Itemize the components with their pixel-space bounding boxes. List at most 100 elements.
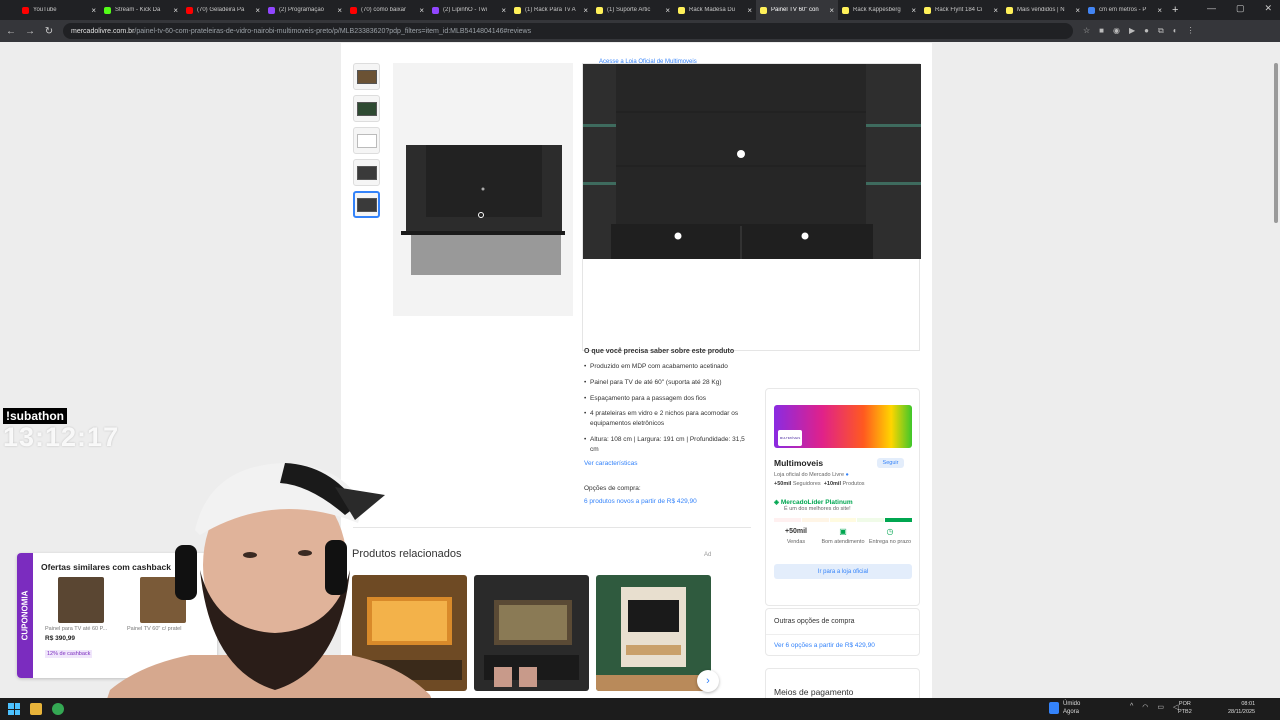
tab-close-icon[interactable]: × <box>665 6 670 15</box>
maximize-icon[interactable]: ▢ <box>1236 3 1245 14</box>
related-product-card[interactable] <box>474 575 589 691</box>
sales-value: +50mil <box>785 528 807 535</box>
tab-close-icon[interactable]: × <box>501 6 506 15</box>
seller-metrics: +50mil Vendas ▣ Bom atendimento ◷ Entreg… <box>774 527 912 547</box>
medal-icon: ◈ <box>774 499 779 506</box>
other-options-link[interactable]: Ver 6 opções a partir de R$ 429,90 <box>774 642 875 649</box>
buy-options-link[interactable]: 6 produtos novos a partir de R$ 429,90 <box>584 498 697 505</box>
network-icon[interactable]: ▭ <box>1157 703 1164 711</box>
folder-icon[interactable] <box>30 703 42 715</box>
verified-icon: ● <box>845 472 849 478</box>
browser-tab[interactable]: Painel TV 60" con × <box>756 0 838 20</box>
seller-name[interactable]: Multimoveis <box>774 458 823 468</box>
tab-close-icon[interactable]: × <box>337 6 342 15</box>
sales-metric: +50mil Vendas <box>774 527 818 547</box>
tab-close-icon[interactable]: × <box>993 6 998 15</box>
tab-close-icon[interactable]: × <box>747 6 752 15</box>
browser-tab[interactable]: Rack Madesa Du × <box>674 0 756 20</box>
lang-secondary: PTB2 <box>1178 708 1192 715</box>
tab-label: Stream - Kick Da <box>115 7 161 13</box>
back-icon[interactable]: ← <box>3 26 19 37</box>
thumbnail[interactable] <box>353 159 380 186</box>
service-label: Bom atendimento <box>821 538 865 545</box>
clock-icon: ◷ <box>886 527 894 536</box>
cashback-badge: 12% de cashback <box>45 650 93 658</box>
browser-tab[interactable]: Rack Flynt 184 Ci × <box>920 0 1002 20</box>
tab-close-icon[interactable]: × <box>255 6 260 15</box>
tab-close-icon[interactable]: × <box>419 6 424 15</box>
product-main-image[interactable] <box>393 63 573 316</box>
thumbnail[interactable] <box>353 63 380 90</box>
official-label: Loja oficial do Mercado Livre <box>774 472 845 478</box>
browser-tab[interactable]: (2) Programação × <box>264 0 346 20</box>
thumbnail[interactable] <box>353 95 380 122</box>
tab-close-icon[interactable]: × <box>583 6 588 15</box>
other-options-box: Outras opções de compra Ver 6 opções a p… <box>765 608 920 656</box>
profile-icon[interactable]: ◐ <box>1173 26 1178 36</box>
url-input[interactable]: mercadolivre.com.br/painel-tv-60-com-pra… <box>63 23 1073 39</box>
taskbar: Úmido Agora ^ ◠ ▭ ◁ POR PTB2 08:01 28/11/… <box>0 698 1280 720</box>
browser-tab[interactable]: cm em metros - P × <box>1084 0 1166 20</box>
weather-sub: Agora <box>1063 709 1080 716</box>
go-to-store-button[interactable]: Ir para a loja oficial <box>774 564 912 579</box>
clock[interactable]: 08:01 28/11/2025 <box>1228 701 1255 717</box>
tab-close-icon[interactable]: × <box>911 6 916 15</box>
scrollbar[interactable] <box>1272 43 1280 698</box>
browser-tab[interactable]: YouTube × <box>18 0 100 20</box>
follow-button[interactable]: Seguir <box>877 458 904 468</box>
extension-icon[interactable]: ● <box>1144 26 1149 36</box>
thumbnail-selected[interactable] <box>353 191 380 218</box>
tab-close-icon[interactable]: × <box>1075 6 1080 15</box>
spec-item: Altura: 108 cm | Largura: 191 cm | Profu… <box>584 435 754 455</box>
menu-icon[interactable]: ⋮ <box>1187 26 1195 36</box>
language-indicator[interactable]: POR PTB2 <box>1178 701 1192 717</box>
extension-icon[interactable]: ■ <box>1099 26 1104 36</box>
sales-label: Vendas <box>786 539 806 546</box>
start-icon[interactable] <box>8 703 20 715</box>
chrome-icon[interactable] <box>52 703 64 715</box>
see-features-link[interactable]: Ver características <box>584 460 637 467</box>
tab-close-icon[interactable]: × <box>91 6 96 15</box>
browser-tab[interactable]: Rack Kappesberg × <box>838 0 920 20</box>
ad-label: Ad <box>704 552 712 558</box>
star-icon[interactable]: ☆ <box>1083 26 1090 36</box>
tab-strip: YouTube × Stream - Kick Da × (70) Geladeira … <box>0 0 1280 20</box>
chevron-up-icon[interactable]: ^ <box>1130 703 1133 711</box>
tab-favicon-icon <box>186 6 193 14</box>
wifi-icon[interactable]: ◠ <box>1142 703 1148 711</box>
tab-close-icon[interactable]: × <box>173 6 178 15</box>
browser-tab[interactable]: (1) Suporte Artic × <box>592 0 674 20</box>
browser-tab[interactable]: Stream - Kick Da × <box>100 0 182 20</box>
play-icon[interactable]: ▶ <box>1129 26 1135 36</box>
browser-tab[interactable]: Mais vendidos | N × <box>1002 0 1084 20</box>
tab-label: (2) LipinhO - Twi <box>443 7 487 13</box>
forward-icon[interactable]: → <box>22 26 38 37</box>
thumbnail[interactable] <box>353 127 380 154</box>
service-metric: ▣ Bom atendimento <box>821 527 865 547</box>
audio-icon[interactable]: ◉ <box>1113 26 1120 36</box>
browser-tab[interactable]: (2) LipinhO - Twi × <box>428 0 510 20</box>
tab-favicon-icon <box>842 6 849 14</box>
tab-close-icon[interactable]: × <box>829 6 834 15</box>
tab-label: cm em metros - P <box>1099 7 1147 13</box>
carousel-next-button[interactable]: › <box>697 670 719 692</box>
tab-close-icon[interactable]: × <box>1157 6 1162 15</box>
tab-favicon-icon <box>268 6 275 14</box>
browser-tab[interactable]: (70) como baixar × <box>346 0 428 20</box>
tab-favicon-icon <box>1088 6 1095 14</box>
weather-widget[interactable]: Úmido Agora <box>1049 700 1080 717</box>
tab-label: Rack Flynt 184 Ci <box>935 7 983 13</box>
puzzle-icon[interactable]: ⧉ <box>1158 26 1164 36</box>
close-icon[interactable]: ✕ <box>1264 3 1272 14</box>
browser-tab[interactable]: (1) Rack Para Tv A × <box>510 0 592 20</box>
clock-date: 28/11/2025 <box>1228 708 1256 715</box>
seller-level: ◈ MercadoLíder Platinum <box>774 498 853 506</box>
reload-icon[interactable]: ↻ <box>41 26 57 37</box>
new-tab-button[interactable]: + <box>1172 4 1178 16</box>
browser-tab[interactable]: (70) Geladeira Pa × <box>182 0 264 20</box>
clock-time: 08:01 <box>1241 701 1256 707</box>
scrollbar-thumb[interactable] <box>1274 63 1278 223</box>
related-product-card[interactable] <box>596 575 711 691</box>
cuponomia-brand: CUPONOMIA <box>20 590 30 641</box>
minimize-icon[interactable]: — <box>1207 3 1216 14</box>
